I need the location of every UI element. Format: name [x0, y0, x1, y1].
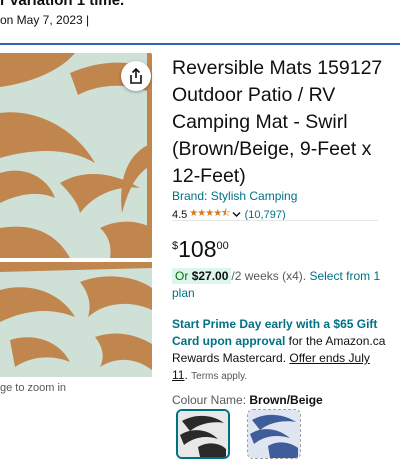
title-divider [172, 220, 378, 221]
installment-amount: $27.00 [191, 269, 229, 283]
colour-name: Colour Name: Brown/Beige [172, 393, 392, 407]
terms-apply: Terms apply. [191, 371, 248, 382]
review-date: on May 7, 2023 | [0, 13, 90, 27]
price-fraction: 00 [216, 240, 229, 252]
colour-value: Brown/Beige [249, 393, 323, 407]
installment-highlight: Or $27.00 [172, 268, 232, 284]
product-secondary-image[interactable] [0, 262, 152, 377]
product-title: Reversible Mats 159127 Outdoor Patio / R… [172, 57, 383, 187]
swatch-image-black [178, 411, 228, 457]
section-divider [0, 43, 400, 45]
share-button[interactable] [121, 61, 151, 91]
chevron-down-icon[interactable] [232, 211, 241, 218]
swatch-image-blue [248, 410, 300, 458]
zoom-hint: ge to zoom in [0, 382, 67, 394]
promo-period: . [184, 368, 188, 382]
colour-label: Colour Name: [172, 393, 250, 407]
price: $ 108 00 [172, 236, 392, 262]
share-icon [130, 68, 142, 84]
installment-period: /2 weeks (x4). [231, 269, 307, 283]
prime-promo: Start Prime Day early with a $65 Gift Ca… [172, 316, 387, 385]
brand-link[interactable]: Brand: Stylish Camping [172, 189, 392, 203]
price-whole: 108 [178, 236, 217, 262]
variation-notice: r variation 1 time. [0, 0, 125, 9]
rating-count-link[interactable]: (10,797) [245, 209, 286, 221]
rating-value: 4.5 [172, 208, 188, 221]
installment-offer: Or $27.00/2 weeks (x4). Select from 1 pl… [172, 268, 387, 302]
installment-or: Or [175, 269, 189, 283]
